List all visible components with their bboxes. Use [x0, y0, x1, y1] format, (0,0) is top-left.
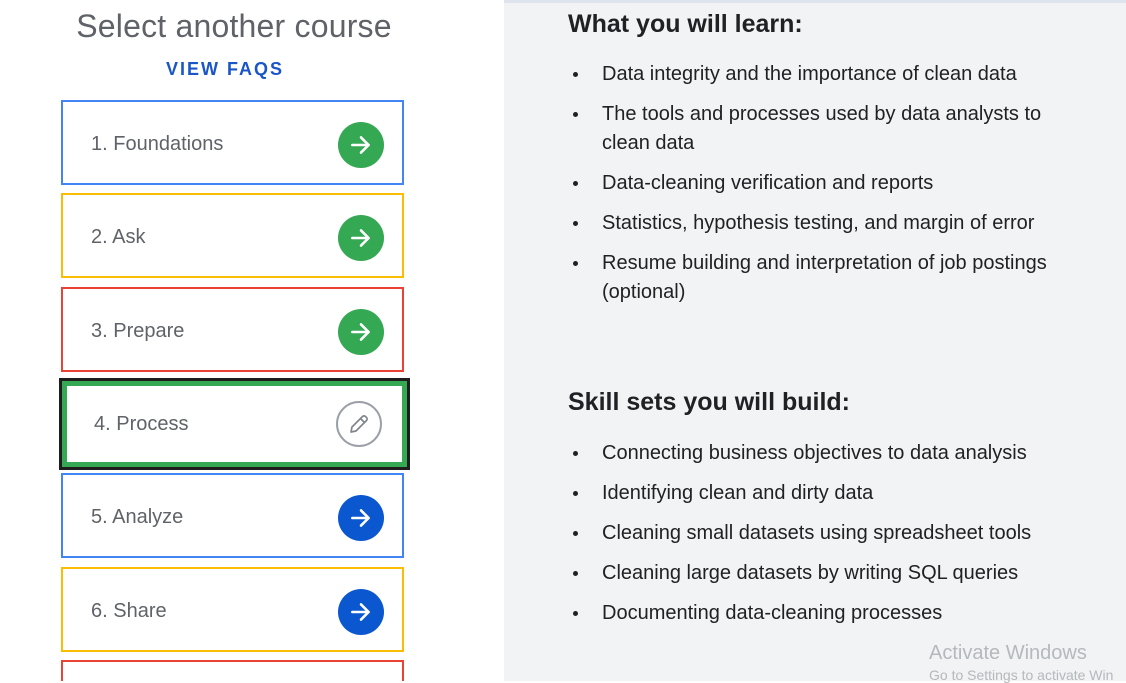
skill-sets-heading: Skill sets you will build:	[568, 388, 850, 416]
course-label: 6. Share	[91, 600, 167, 622]
skills-list: Connecting business objectives to data a…	[568, 439, 1068, 639]
arrow-right-icon[interactable]	[338, 309, 384, 355]
arrow-right-icon[interactable]	[338, 215, 384, 261]
list-item: Cleaning large datasets by writing SQL q…	[568, 559, 1068, 588]
list-item: Cleaning small datasets using spreadshee…	[568, 519, 1068, 548]
course-card-ask[interactable]: 2. Ask	[61, 193, 404, 278]
arrow-right-icon[interactable]	[338, 122, 384, 168]
course-card-prepare[interactable]: 3. Prepare	[61, 287, 404, 372]
pencil-icon[interactable]	[336, 401, 382, 447]
course-details-panel: What you will learn: Data integrity and …	[504, 3, 1126, 681]
watermark-title: Activate Windows	[929, 642, 1087, 664]
list-item: Resume building and interpretation of jo…	[568, 249, 1068, 307]
list-item: Documenting data-cleaning processes	[568, 599, 1068, 628]
arrow-right-icon[interactable]	[338, 589, 384, 635]
what-you-will-learn-heading: What you will learn:	[568, 10, 803, 38]
course-card-process[interactable]: 4. Process	[59, 378, 410, 470]
course-label: 1. Foundations	[91, 133, 224, 155]
list-item: Identifying clean and dirty data	[568, 479, 1068, 508]
course-label: 3. Prepare	[91, 320, 185, 342]
course-selector-panel: Select another course VIEW FAQS 1. Found…	[0, 0, 504, 681]
list-item: Data-cleaning verification and reports	[568, 169, 1068, 198]
arrow-right-icon[interactable]	[338, 495, 384, 541]
view-faqs-link[interactable]: VIEW FAQS	[0, 59, 450, 80]
course-card-foundations[interactable]: 1. Foundations	[61, 100, 404, 185]
course-label: 2. Ask	[91, 226, 146, 248]
course-card-share[interactable]: 6. Share	[61, 567, 404, 652]
course-label: 4. Process	[94, 413, 189, 435]
list-item: The tools and processes used by data ana…	[568, 100, 1068, 158]
activate-windows-watermark: Activate Windows Go to Settings to activ…	[929, 642, 1113, 683]
course-card-analyze[interactable]: 5. Analyze	[61, 473, 404, 558]
learn-list: Data integrity and the importance of cle…	[568, 60, 1068, 318]
list-item: Statistics, hypothesis testing, and marg…	[568, 209, 1068, 238]
course-card-partial[interactable]	[61, 660, 404, 681]
list-item: Connecting business objectives to data a…	[568, 439, 1068, 468]
course-label: 5. Analyze	[91, 506, 184, 528]
panel-title: Select another course	[76, 8, 392, 44]
list-item: Data integrity and the importance of cle…	[568, 60, 1068, 89]
